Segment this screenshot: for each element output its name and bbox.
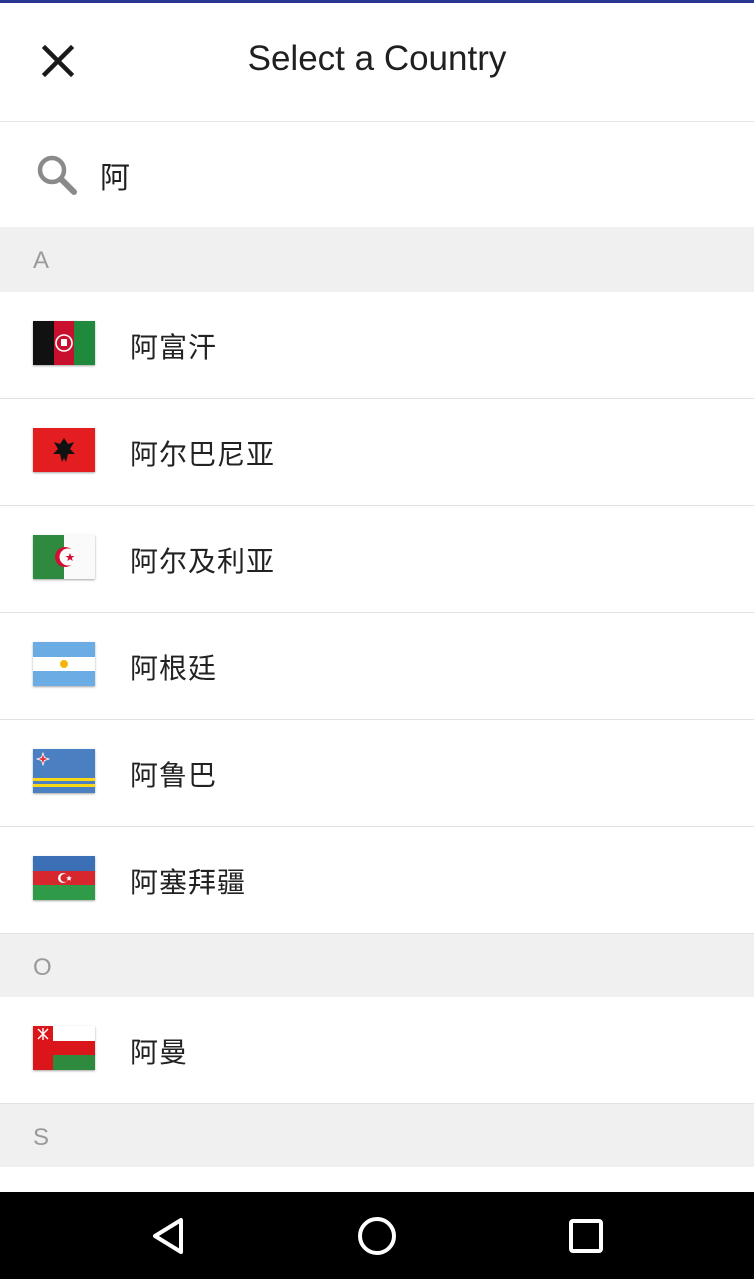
section-header-a: A (0, 227, 754, 292)
oman-flag-icon (33, 1026, 95, 1070)
aruba-flag-icon (33, 749, 95, 793)
albania-flag-icon (33, 428, 95, 472)
country-name: 阿曼 (130, 1036, 189, 1069)
search-icon (37, 155, 77, 195)
afghanistan-flag-icon (33, 321, 95, 365)
country-name: 阿鲁巴 (130, 759, 218, 792)
list-item[interactable]: 阿尔及利亚 (0, 506, 754, 613)
argentina-flag-icon (33, 642, 95, 686)
list-item[interactable]: 阿鲁巴 (0, 720, 754, 827)
list-item[interactable]: 阿尔巴尼亚 (0, 399, 754, 506)
section-header-s: S (0, 1104, 754, 1167)
section-letter: A (33, 247, 50, 274)
back-button[interactable] (118, 1192, 218, 1279)
country-list[interactable]: A 阿富汗 阿尔巴尼亚 阿尔及利亚 阿根廷 阿鲁巴 阿塞拜疆 O 阿曼 S (0, 227, 754, 1199)
header: Select a Country (0, 3, 754, 122)
list-item[interactable]: 阿塞拜疆 (0, 827, 754, 934)
country-name: 阿富汗 (130, 331, 218, 364)
section-letter: O (33, 954, 52, 981)
country-name: 阿尔巴尼亚 (130, 438, 276, 471)
country-name: 阿尔及利亚 (130, 545, 276, 578)
home-circle-icon (358, 1216, 396, 1255)
list-item[interactable]: 阿富汗 (0, 292, 754, 399)
section-letter: S (33, 1124, 50, 1151)
system-navigation-bar (0, 1192, 754, 1279)
list-item[interactable]: 阿根廷 (0, 613, 754, 720)
recents-square-icon (569, 1218, 603, 1253)
country-name: 阿根廷 (130, 652, 218, 685)
list-item[interactable]: 阿曼 (0, 997, 754, 1104)
azerbaijan-flag-icon (33, 856, 95, 900)
home-button[interactable] (327, 1192, 427, 1279)
country-name: 阿塞拜疆 (130, 866, 247, 899)
section-header-o: O (0, 934, 754, 997)
back-triangle-icon (153, 1217, 183, 1254)
algeria-flag-icon (33, 535, 95, 579)
search-input[interactable] (100, 150, 700, 200)
recents-button[interactable] (536, 1192, 636, 1279)
page-title: Select a Country (247, 39, 507, 78)
